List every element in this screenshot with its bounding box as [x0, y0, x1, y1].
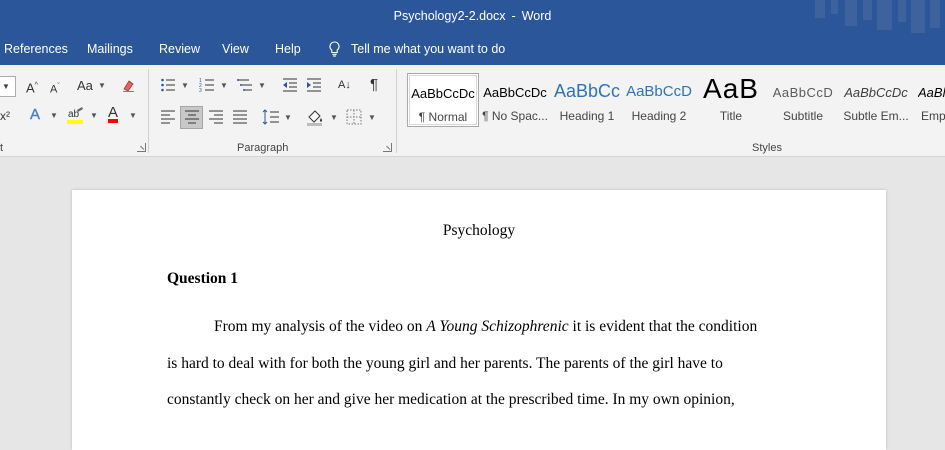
text-run: it is evident that the condition: [568, 318, 758, 335]
title-separator: -: [511, 9, 516, 23]
title-bar-decoration: [815, 0, 945, 36]
svg-text:3: 3: [199, 88, 202, 93]
style-title[interactable]: AaB Title: [697, 73, 765, 127]
group-separator: [148, 69, 149, 153]
chevron-down-icon: ▼: [98, 81, 106, 90]
text-effects-icon[interactable]: A: [30, 106, 40, 123]
style-name: ¶ No Spac...: [482, 109, 548, 123]
chevron-down-icon: ▼: [90, 111, 98, 120]
style-sample: AaB: [703, 73, 759, 104]
style-heading-1[interactable]: AaBbCc Heading 1: [553, 73, 621, 127]
style-name: Title: [719, 109, 743, 123]
grow-font-icon[interactable]: A^: [26, 78, 38, 96]
chevron-down-icon: ▼: [129, 111, 137, 120]
group-separator: [396, 69, 397, 153]
app-name: Word: [521, 9, 552, 23]
lightbulb-icon: [329, 41, 340, 57]
increase-indent-icon[interactable]: [306, 77, 322, 93]
highlight-icon[interactable]: ab: [66, 106, 86, 126]
style-name: Heading 2: [631, 109, 687, 123]
video-title: A Young Schizophrenic: [426, 318, 569, 335]
paragraph-dialog-launcher[interactable]: [383, 143, 392, 152]
chevron-down-icon: ▼: [2, 82, 10, 91]
window-title: Psychology2-2.docx - Word: [0, 9, 945, 23]
borders-icon[interactable]: [346, 109, 362, 125]
chevron-down-icon: ▼: [368, 113, 376, 122]
shrink-font-icon[interactable]: Aˇ: [50, 79, 60, 98]
justify-icon[interactable]: [232, 109, 248, 125]
style-name: Heading 1: [559, 109, 615, 123]
align-left-icon[interactable]: [160, 109, 176, 125]
chevron-down-icon: ▼: [330, 113, 338, 122]
tell-me-text: Tell me what you want to do: [351, 42, 506, 56]
style-no-spacing[interactable]: AaBbCcDc ¶ No Spac...: [481, 73, 549, 127]
style-heading-2[interactable]: AaBbCcD Heading 2: [625, 73, 693, 127]
tab-help[interactable]: Help: [275, 42, 301, 56]
document-title: Psychology: [442, 222, 516, 239]
decrease-indent-icon[interactable]: [282, 77, 298, 93]
style-sample: AaBbCcDc: [483, 85, 547, 100]
font-size-dropdown[interactable]: ▼: [0, 76, 16, 97]
question-heading: Question 1: [167, 270, 239, 287]
multilevel-list-icon[interactable]: [237, 77, 253, 93]
paragraph-group-label: Paragraph: [237, 142, 289, 154]
font-color-icon[interactable]: A: [108, 105, 118, 121]
line-spacing-icon[interactable]: [262, 109, 280, 125]
tab-mailings[interactable]: Mailings: [87, 42, 133, 56]
styles-group-label: Styles: [752, 142, 782, 154]
style-sample: AaBbCcDc: [844, 85, 908, 100]
tab-view[interactable]: View: [222, 42, 249, 56]
document-page[interactable]: Psychology Question 1 From my analysis o…: [72, 190, 886, 450]
chevron-down-icon: ▼: [258, 81, 266, 90]
align-center-icon: [185, 110, 199, 124]
align-right-icon[interactable]: [208, 109, 224, 125]
numbering-icon[interactable]: 1 2 3: [199, 77, 215, 93]
text-run: From my analysis of the video on: [214, 318, 427, 335]
style-emphasis[interactable]: AaBl Emp: [915, 73, 945, 127]
style-normal[interactable]: AaBbCcDc ¶ Normal: [407, 73, 479, 127]
bullets-icon[interactable]: [160, 77, 176, 93]
style-name: Emp: [921, 109, 945, 123]
font-dialog-launcher[interactable]: [137, 143, 146, 152]
chevron-down-icon: ▼: [220, 81, 228, 90]
style-sample: AaBbCc: [553, 81, 621, 101]
tab-references[interactable]: References: [4, 42, 68, 56]
paragraph-line: constantly check on her and give her med…: [167, 391, 735, 408]
sort-icon[interactable]: A↓: [338, 77, 351, 93]
paragraph-line: is hard to deal with for both the young …: [167, 355, 723, 372]
title-bar: Psychology2-2.docx - Word: [0, 0, 945, 36]
style-name: ¶ Normal: [418, 110, 468, 124]
style-name: Subtle Em...: [843, 109, 909, 123]
style-name: Subtitle: [782, 109, 824, 123]
style-sample: AaBbCcD: [626, 83, 692, 100]
paragraph-line: From my analysis of the video on A Young…: [214, 318, 757, 336]
style-sample: AaBbCcDc: [411, 86, 475, 101]
document-name: Psychology2-2.docx: [393, 9, 506, 23]
font-group-label: t: [0, 142, 4, 154]
chevron-down-icon: ▼: [284, 113, 292, 122]
tell-me-box[interactable]: Tell me what you want to do: [328, 41, 505, 57]
ribbon-tabs: References Mailings Review View Help Tel…: [0, 33, 945, 65]
chevron-down-icon: ▼: [50, 111, 58, 120]
superscript-icon[interactable]: x²: [0, 108, 10, 124]
shading-icon[interactable]: [306, 108, 324, 126]
style-subtitle[interactable]: AaBbCcD Subtitle: [769, 73, 837, 127]
align-center-button[interactable]: [180, 106, 203, 129]
show-formatting-icon[interactable]: ¶: [370, 77, 378, 93]
style-subtle-emphasis[interactable]: AaBbCcDc Subtle Em...: [841, 73, 911, 127]
style-sample: AaBl: [918, 85, 945, 100]
change-case-icon[interactable]: Aa: [77, 78, 93, 94]
tab-review[interactable]: Review: [159, 42, 200, 56]
chevron-down-icon: ▼: [181, 81, 189, 90]
style-sample: AaBbCcD: [772, 85, 834, 100]
clear-formatting-icon[interactable]: [121, 77, 137, 93]
